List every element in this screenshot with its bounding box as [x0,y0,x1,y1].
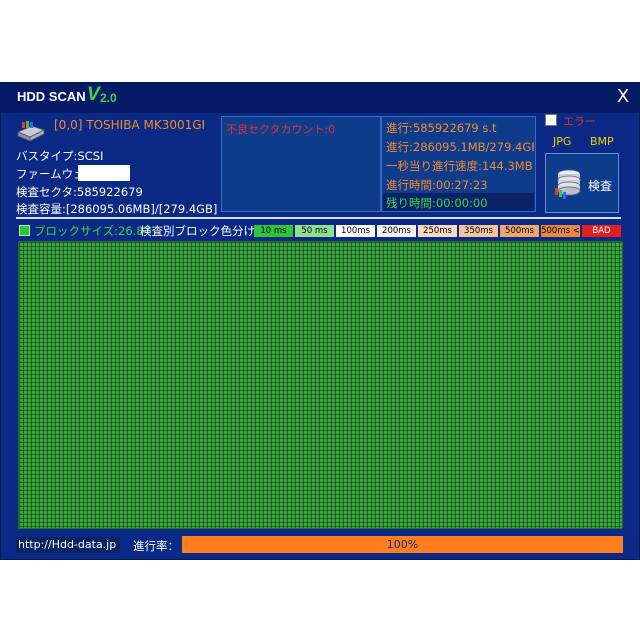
remaining-time-row: 残り時間:00:00:00 [383,193,534,211]
close-button[interactable]: X [613,87,633,107]
checked-capacity: 検査容量:[286095.06MB]/[279.4GB] [16,202,218,216]
drive-id: [0,0] TOSHIBA MK3001GRRB [54,118,204,132]
legend-item: 200ms [377,225,416,237]
block-color-swatch [19,225,30,236]
jpg-button[interactable]: JPG [553,135,571,148]
legend-item: 50 ms [295,225,334,237]
separator [16,217,621,219]
version-number: 2.0 [100,91,117,105]
legend-item: 10 ms [254,225,293,237]
progress-bytes: 進行:286095.1MB/279.4GB [386,140,534,154]
firmware-value-redacted [78,165,130,181]
bad-sector-panel: 不良セクタカウント:0 [221,116,381,212]
version-v: V [87,84,100,105]
speed: 一秒当り進行速度:144.3MB [386,159,533,173]
app-title: HDD SCAN [17,89,86,104]
remaining-time: 残り時間:00:00:00 [386,196,488,210]
progress-label: 進行率： [133,539,179,553]
progress-sectors: 進行:585922679 s.t [386,121,497,135]
website-link[interactable]: http://Hdd-data.jp [16,537,120,553]
stats-panel: 進行:585922679 s.t 進行:286095.1MB/279.4GB 一… [381,116,536,212]
scan-button-label: 検査 [588,179,613,193]
scan-button[interactable]: 検査 [545,153,619,213]
title-bar[interactable]: HDD SCAN V 2.0 X [1,83,639,113]
error-label: エラー [563,115,596,128]
legend-title: 検査別ブロック色分け： [140,224,267,238]
error-checkbox[interactable] [545,114,557,126]
bus-type: バスタイプ:SCSI [16,149,104,163]
legend-item: 350ms [459,225,498,237]
legend-item: 500ms [500,225,539,237]
legend-item: 500ms < [541,225,580,237]
block-size: ブロックサイズ:26.87 [34,224,151,238]
legend-item: BAD [582,225,621,237]
bad-sector-count: 不良セクタカウント:0 [226,123,336,136]
checked-sectors: 検査セクタ:585922679 [16,185,143,199]
block-map [18,241,623,529]
hdd-icon [16,121,46,142]
bmp-button[interactable]: BMP [590,135,614,148]
legend-item: 250ms [418,225,457,237]
progress-bar: 100% [182,536,623,553]
legend-item: 100ms [336,225,375,237]
disk-scan-icon [555,169,581,199]
elapsed-time: 進行時間:00:27:23 [386,178,488,192]
progress-percent: 100% [386,538,419,551]
